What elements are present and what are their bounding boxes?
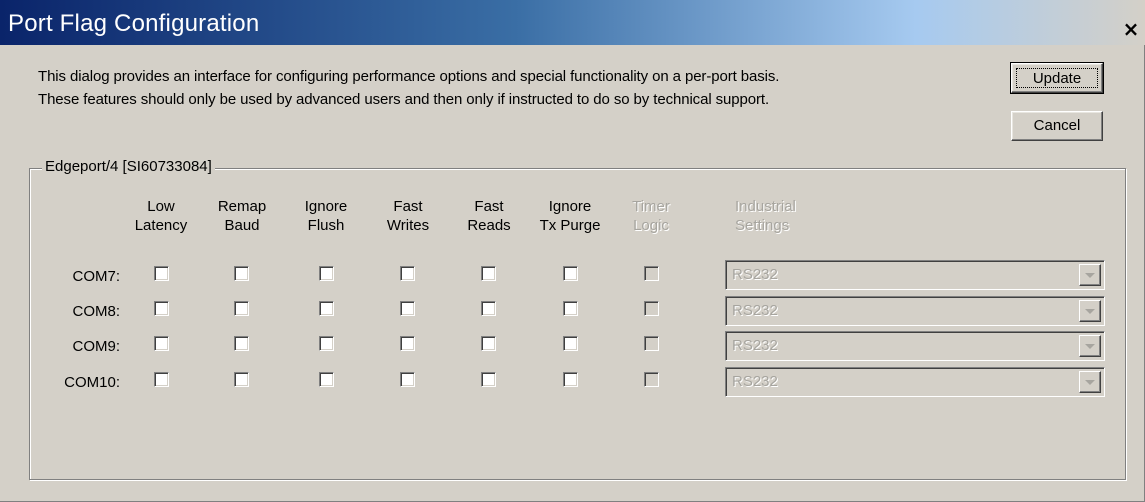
checkbox-com10-fast-reads[interactable] xyxy=(481,372,496,387)
industrial-settings-select-com9: RS232 xyxy=(725,331,1105,361)
window-title: Port Flag Configuration xyxy=(8,10,260,37)
port-label-com7: COM7: xyxy=(72,268,120,285)
industrial-settings-select-com8: RS232 xyxy=(725,296,1105,326)
checkbox-com7-low-latency[interactable] xyxy=(154,266,169,281)
col-header-line1: Timer xyxy=(632,198,670,215)
col-header-line2: Settings xyxy=(735,217,790,234)
checkbox-com9-timer-logic xyxy=(644,336,659,351)
col-header-fast-writes: Fast Writes xyxy=(363,197,453,235)
col-header-fast-reads: Fast Reads xyxy=(444,197,534,235)
checkbox-com9-remap-baud[interactable] xyxy=(234,336,249,351)
col-header-line2: Writes xyxy=(386,217,430,234)
col-header-line2: Tx Purge xyxy=(539,217,601,234)
col-header-line1: Ignore xyxy=(304,198,348,215)
col-header-line1: Ignore xyxy=(548,198,592,215)
checkbox-com9-ignore-flush[interactable] xyxy=(319,336,334,351)
col-header-line2: Baud xyxy=(224,217,260,234)
checkbox-com8-ignore-tx-purge[interactable] xyxy=(563,301,578,316)
checkbox-com10-remap-baud[interactable] xyxy=(234,372,249,387)
update-button[interactable]: Update xyxy=(1010,62,1104,94)
col-header-ignore-tx-purge: Ignore Tx Purge xyxy=(525,197,615,235)
checkbox-com7-remap-baud[interactable] xyxy=(234,266,249,281)
checkbox-com7-fast-writes[interactable] xyxy=(400,266,415,281)
industrial-settings-value: RS232 xyxy=(732,266,778,283)
checkbox-com9-low-latency[interactable] xyxy=(154,336,169,351)
port-label-com8: COM8: xyxy=(72,303,120,320)
col-header-ignore-flush: Ignore Flush xyxy=(281,197,371,235)
col-header-line1: Fast xyxy=(393,198,423,215)
title-bar[interactable]: Port Flag Configuration × xyxy=(0,0,1145,45)
update-button-label: Update xyxy=(1016,68,1098,88)
checkbox-com10-timer-logic xyxy=(644,372,659,387)
description-line-1: This dialog provides an interface for co… xyxy=(38,68,780,85)
col-header-low-latency: Low Latency xyxy=(116,197,206,235)
col-header-line2: Flush xyxy=(307,217,345,234)
industrial-settings-select-com7: RS232 xyxy=(725,260,1105,290)
checkbox-com7-ignore-flush[interactable] xyxy=(319,266,334,281)
checkbox-com7-fast-reads[interactable] xyxy=(481,266,496,281)
checkbox-com8-fast-reads[interactable] xyxy=(481,301,496,316)
chevron-down-icon xyxy=(1079,264,1101,286)
checkbox-com10-ignore-tx-purge[interactable] xyxy=(563,372,578,387)
cancel-button[interactable]: Cancel xyxy=(1011,111,1103,141)
chevron-down-icon xyxy=(1079,335,1101,357)
checkbox-com9-fast-writes[interactable] xyxy=(400,336,415,351)
col-header-line1: Low xyxy=(147,198,175,215)
col-header-line2: Reads xyxy=(467,217,511,234)
checkbox-com7-ignore-tx-purge[interactable] xyxy=(563,266,578,281)
checkbox-com7-timer-logic xyxy=(644,266,659,281)
checkbox-com10-fast-writes[interactable] xyxy=(400,372,415,387)
col-header-timer-logic: Timer Logic xyxy=(606,197,696,235)
checkbox-com9-fast-reads[interactable] xyxy=(481,336,496,351)
col-header-industrial-settings: Industrial Settings xyxy=(725,197,845,235)
checkbox-com10-ignore-flush[interactable] xyxy=(319,372,334,387)
checkbox-com8-remap-baud[interactable] xyxy=(234,301,249,316)
col-header-line1: Industrial xyxy=(735,198,796,215)
col-header-line2: Logic xyxy=(633,217,669,234)
col-header-line1: Fast xyxy=(474,198,504,215)
port-label-com10: COM10: xyxy=(64,374,120,391)
checkbox-com8-timer-logic xyxy=(644,301,659,316)
industrial-settings-value: RS232 xyxy=(732,302,778,319)
industrial-settings-value: RS232 xyxy=(732,337,778,354)
chevron-down-icon xyxy=(1079,371,1101,393)
checkbox-com8-low-latency[interactable] xyxy=(154,301,169,316)
port-label-com9: COM9: xyxy=(72,338,120,355)
col-header-line1: Remap xyxy=(217,198,267,215)
close-icon[interactable]: × xyxy=(1120,18,1142,40)
description-line-2: These features should only be used by ad… xyxy=(38,91,770,108)
industrial-settings-value: RS232 xyxy=(732,373,778,390)
checkbox-com9-ignore-tx-purge[interactable] xyxy=(563,336,578,351)
port-flag-dialog: Port Flag Configuration × This dialog pr… xyxy=(0,0,1145,502)
checkbox-com10-low-latency[interactable] xyxy=(154,372,169,387)
checkbox-com8-ignore-flush[interactable] xyxy=(319,301,334,316)
chevron-down-icon xyxy=(1079,300,1101,322)
col-header-remap-baud: Remap Baud xyxy=(197,197,287,235)
industrial-settings-select-com10: RS232 xyxy=(725,367,1105,397)
device-group-label: Edgeport/4 [SI60733084] xyxy=(42,158,215,175)
col-header-line2: Latency xyxy=(134,217,188,234)
checkbox-com8-fast-writes[interactable] xyxy=(400,301,415,316)
